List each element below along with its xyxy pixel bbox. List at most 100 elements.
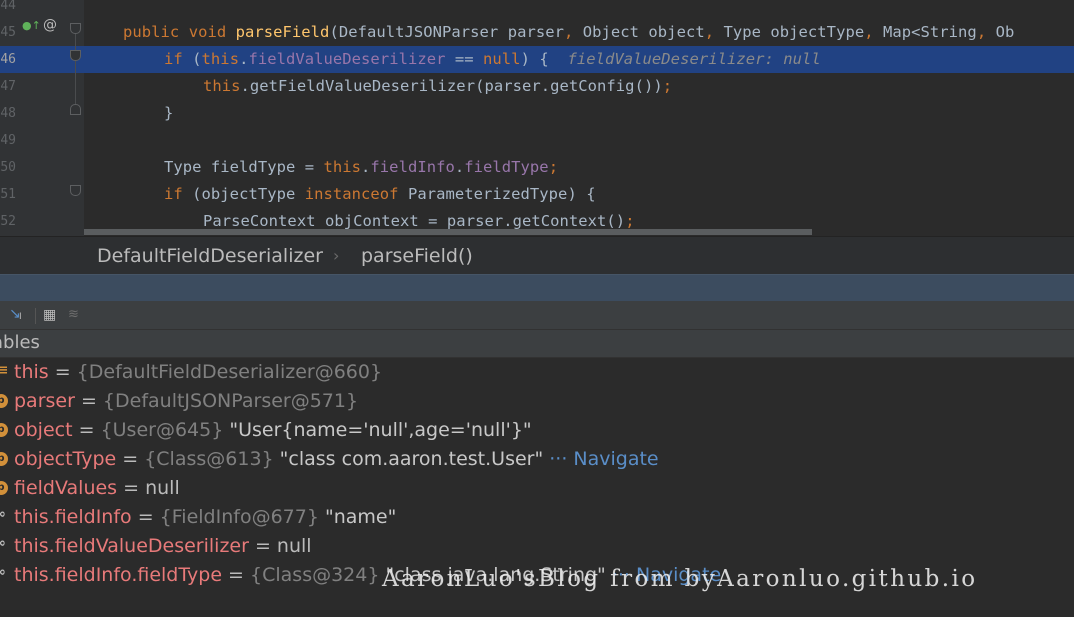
code-text[interactable]: } xyxy=(164,100,173,127)
implements-method-icon[interactable]: ●↑ xyxy=(22,19,41,32)
code-token: ; xyxy=(625,212,635,230)
navigate-link[interactable]: ··· Navigate xyxy=(543,448,658,470)
code-token: , xyxy=(704,23,724,41)
variable-name: objectType xyxy=(14,448,117,470)
inline-debug-value: fieldValueDeserilizer: null xyxy=(567,50,821,68)
variable-text: this.fieldInfo = {FieldInfo@677} "name" xyxy=(14,503,396,532)
fold-marker-if-2[interactable] xyxy=(70,185,81,196)
fold-marker-end-if[interactable] xyxy=(70,104,81,115)
code-line-current[interactable]: 46 if (this.fieldValueDeserilizer == null… xyxy=(0,46,1074,73)
line-number[interactable]: 47 xyxy=(0,73,16,100)
code-token: ; xyxy=(662,77,673,95)
code-token: ) { xyxy=(520,50,568,68)
breadcrumb-class[interactable]: DefaultFieldDeserializer xyxy=(97,237,323,275)
variable-text: this.fieldValueDeserilizer = null xyxy=(14,532,312,561)
code-token: , xyxy=(976,23,996,41)
variable-row[interactable]: ∞ this.fieldInfo = {FieldInfo@677} "name" xyxy=(0,503,1074,532)
code-token: void xyxy=(188,23,236,41)
variable-ref: {Class@613} xyxy=(144,448,274,470)
breadcrumb-method[interactable]: parseField() xyxy=(361,237,473,275)
code-token: Type fieldType = xyxy=(164,158,324,176)
line-number[interactable]: 46 xyxy=(0,46,16,73)
code-token: , xyxy=(864,23,883,41)
line-number[interactable]: 52 xyxy=(0,208,16,235)
trace-stream-icon[interactable]: ≋ xyxy=(68,307,79,322)
line-number[interactable]: 45 xyxy=(0,19,16,46)
variable-row[interactable]: p objectType = {Class@613} "class com.aar… xyxy=(0,445,1074,474)
code-token: Type objectType xyxy=(723,23,865,41)
variable-value: "name" xyxy=(318,506,397,528)
debug-panel-header[interactable] xyxy=(0,274,1074,301)
variable-name: this xyxy=(14,361,49,383)
code-line[interactable]: 45 public void parseField(DefaultJSONPars… xyxy=(0,19,1074,46)
line-number[interactable]: 44 xyxy=(0,0,16,19)
code-line[interactable]: 47 this.getFieldValueDeserilizer(parser.g… xyxy=(0,73,1074,100)
code-token: public xyxy=(123,23,189,41)
variable-equals: = xyxy=(116,448,145,470)
variable-row[interactable]: ∞ this.fieldValueDeserilizer = null xyxy=(0,532,1074,561)
variable-row[interactable]: ≡ this = {DefaultFieldDeserializer@660} xyxy=(0,358,1074,387)
variable-value: "class com.aaron.test.User" xyxy=(273,448,544,470)
variable-equals: = xyxy=(74,390,103,412)
debug-toolbar: ↘ I ▦ ≋ xyxy=(0,301,1074,330)
variable-equals: = null xyxy=(248,535,312,557)
variable-text: this = {DefaultFieldDeserializer@660} xyxy=(14,358,382,387)
code-token: (DefaultJSONParser parser xyxy=(329,23,564,41)
fold-marker-if[interactable] xyxy=(70,50,81,61)
parameter-icon: p xyxy=(0,481,8,495)
code-editor[interactable]: 44 45 public void parseField(DefaultJSONPa… xyxy=(0,0,1074,236)
annotation-at-icon[interactable]: @ xyxy=(43,17,57,33)
variable-ref: {DefaultFieldDeserializer@660} xyxy=(76,361,383,383)
code-token: fieldValueDeserilizer xyxy=(248,50,446,68)
variable-text: object = {User@645} "User{name='null',ag… xyxy=(14,416,532,445)
code-token: . xyxy=(361,158,371,176)
variable-row[interactable]: p fieldValues = null xyxy=(0,474,1074,503)
variable-text: objectType = {Class@613} "class com.aaro… xyxy=(14,445,659,474)
code-token: Map<String xyxy=(882,23,977,41)
code-token: == xyxy=(445,50,484,68)
line-number[interactable]: 51 xyxy=(0,181,16,208)
code-token: ParameterizedType) { xyxy=(407,185,596,203)
watch-glasses-icon: ∞ xyxy=(0,507,6,522)
variable-name: parser xyxy=(14,390,75,412)
watch-glasses-icon: ∞ xyxy=(0,536,6,551)
breadcrumb-separator-icon: › xyxy=(333,246,340,265)
horizontal-scrollbar[interactable] xyxy=(84,229,812,235)
code-text[interactable]: this.getFieldValueDeserilizer(parser.get… xyxy=(203,73,672,100)
breadcrumb: DefaultFieldDeserializer › parseField() xyxy=(0,236,1074,274)
variable-name: object xyxy=(14,419,73,441)
cursor-bar-icon: I xyxy=(19,312,22,322)
code-line[interactable]: 49 xyxy=(0,127,1074,154)
code-line[interactable]: 44 xyxy=(0,0,1074,19)
code-token: instanceof xyxy=(304,185,408,203)
variable-ref: {DefaultJSONParser@571} xyxy=(102,390,359,412)
variable-row[interactable]: p parser = {DefaultJSONParser@571} xyxy=(0,387,1074,416)
code-text[interactable]: if (this.fieldValueDeserilizer == null) … xyxy=(164,46,821,73)
code-token: .getFieldValueDeserilizer(parser.getConf… xyxy=(240,77,663,95)
code-token: this xyxy=(323,158,362,176)
watermark: AaronLuo'sBlog from byAaronluo.github.io xyxy=(382,566,978,592)
variable-row[interactable]: p object = {User@645} "User{name='null',a… xyxy=(0,416,1074,445)
code-token: fieldType xyxy=(464,158,549,176)
code-token: this xyxy=(201,50,240,68)
watch-glasses-icon: ∞ xyxy=(0,565,6,580)
line-number[interactable]: 48 xyxy=(0,100,16,127)
code-text[interactable]: public void parseField(DefaultJSONParser… xyxy=(123,19,1014,46)
code-line[interactable]: 48} xyxy=(0,100,1074,127)
parameter-icon: p xyxy=(0,394,8,408)
fold-marker-method[interactable] xyxy=(70,23,81,34)
parameter-icon: p xyxy=(0,423,8,437)
code-token: } xyxy=(164,104,174,122)
evaluate-expression-icon[interactable]: ▦ xyxy=(43,307,56,323)
code-token: if xyxy=(164,185,193,203)
code-token: , xyxy=(563,23,583,41)
code-line[interactable]: 51 if (objectType instanceof Parameterize… xyxy=(0,181,1074,208)
code-line[interactable]: 50 Type fieldType = this.fieldInfo.fieldT… xyxy=(0,154,1074,181)
line-number[interactable]: 50 xyxy=(0,154,16,181)
code-token: Object object xyxy=(582,23,705,41)
line-number[interactable]: 49 xyxy=(0,127,16,154)
code-text[interactable]: Type fieldType = this.fieldInfo.fieldTyp… xyxy=(164,154,558,181)
variable-text: parser = {DefaultJSONParser@571} xyxy=(14,387,358,416)
code-text[interactable]: if (objectType instanceof ParameterizedT… xyxy=(164,181,596,208)
code-token: null xyxy=(483,50,521,68)
